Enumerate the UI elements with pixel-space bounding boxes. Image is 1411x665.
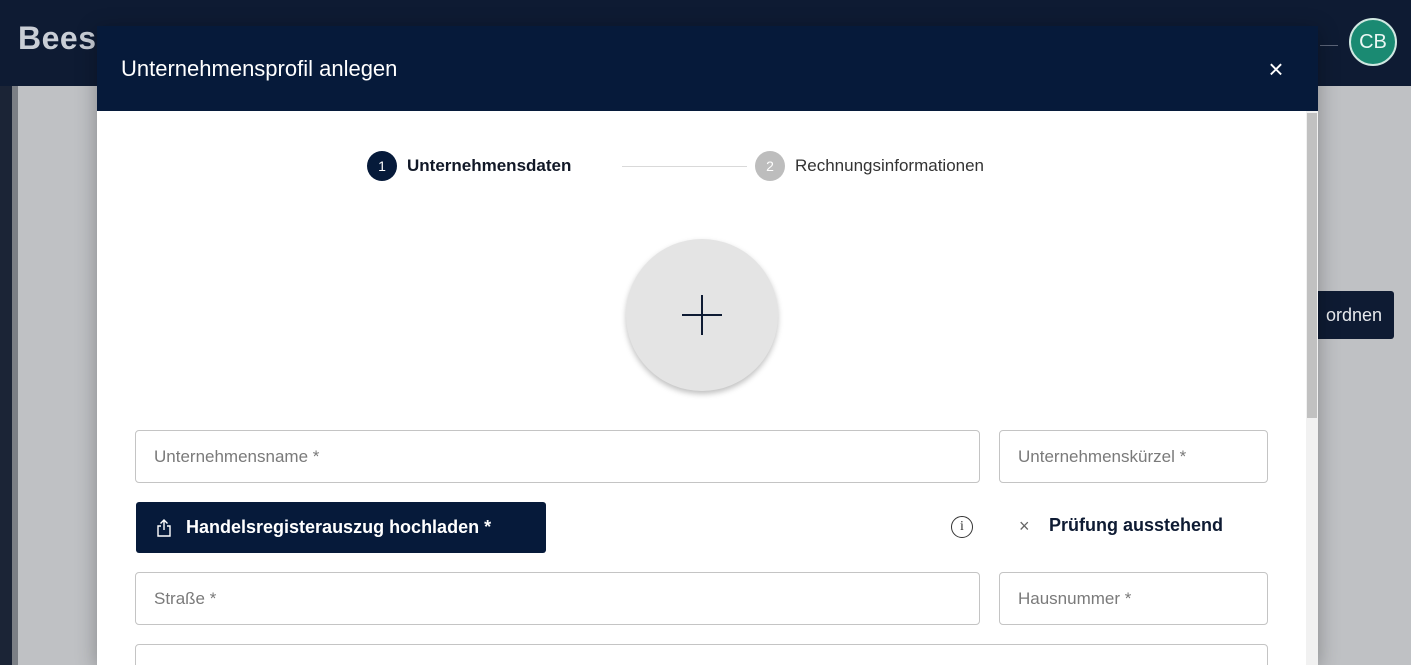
- company-name-field[interactable]: [135, 430, 980, 483]
- side-strip: [0, 86, 12, 665]
- close-icon[interactable]: ×: [1257, 48, 1295, 90]
- app-logo: Bees: [18, 20, 97, 56]
- next-field-partial[interactable]: [135, 644, 1268, 665]
- verification-status: Prüfung ausstehend: [1049, 515, 1224, 535]
- company-name-input[interactable]: [136, 431, 979, 482]
- step-company-data[interactable]: 1 Unternehmensdaten: [367, 151, 571, 181]
- step-label: Rechnungsinformationen: [795, 156, 985, 175]
- upload-button-label: Handelsregisterauszug hochladen *: [186, 517, 492, 537]
- info-icon[interactable]: i: [951, 516, 973, 538]
- step-number-badge: 2: [755, 151, 785, 181]
- user-avatar[interactable]: CB: [1349, 18, 1397, 66]
- company-logo-upload[interactable]: [626, 239, 778, 391]
- dialog-title: Unternehmensprofil anlegen: [121, 56, 398, 81]
- header-divider: [1320, 45, 1338, 46]
- company-short-input[interactable]: [1000, 431, 1267, 482]
- upload-icon: [157, 518, 171, 537]
- upload-register-extract-button[interactable]: Handelsregisterauszug hochladen *: [136, 502, 546, 553]
- step-billing-info[interactable]: 2 Rechnungsinformationen: [755, 151, 984, 181]
- company-short-field[interactable]: [999, 430, 1268, 483]
- step-label: Unternehmensdaten: [407, 156, 572, 175]
- dialog-scrollbar[interactable]: [1306, 111, 1318, 665]
- status-pending-icon: ×: [1019, 516, 1030, 536]
- plus-icon: [682, 295, 722, 335]
- house-number-field[interactable]: [999, 572, 1268, 625]
- dialog-header: Unternehmensprofil anlegen ×: [97, 26, 1318, 111]
- house-number-input[interactable]: [1000, 573, 1267, 624]
- street-field[interactable]: [135, 572, 980, 625]
- scrollbar-thumb[interactable]: [1307, 113, 1317, 418]
- stepper-connector: [622, 166, 747, 167]
- step-number-badge: 1: [367, 151, 397, 181]
- create-company-profile-dialog: Unternehmensprofil anlegen × 1 Unternehm…: [97, 26, 1318, 665]
- street-input[interactable]: [136, 573, 979, 624]
